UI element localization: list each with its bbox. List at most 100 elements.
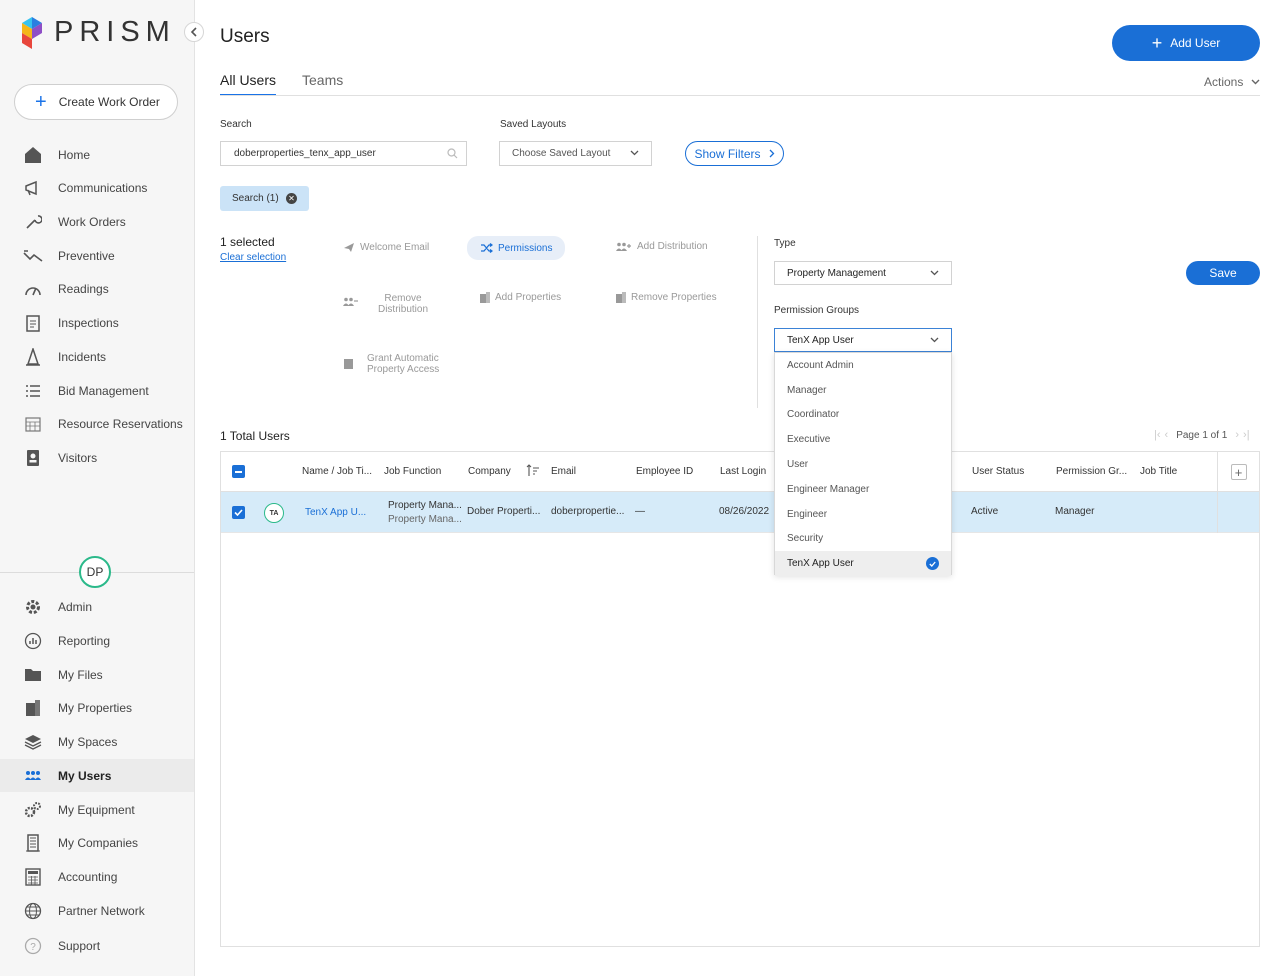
permissions-button[interactable]: Permissions: [467, 236, 566, 260]
user-name-link[interactable]: TenX App U...: [305, 507, 366, 518]
sidebar-item-my-equipment[interactable]: My Equipment: [0, 793, 194, 826]
saved-layouts-select[interactable]: Choose Saved Layout: [499, 141, 652, 166]
column-header-name[interactable]: Name / Job Ti...: [302, 466, 372, 477]
create-work-order-button[interactable]: + Create Work Order: [14, 84, 178, 120]
user-avatar[interactable]: DP: [79, 556, 111, 588]
show-filters-button[interactable]: Show Filters: [685, 141, 784, 166]
select-all-checkbox[interactable]: [232, 465, 245, 478]
grant-automatic-property-access-button[interactable]: Grant Automatic Property Access: [344, 353, 445, 375]
vertical-divider: [757, 236, 758, 408]
sidebar-item-label: My Files: [58, 667, 103, 682]
clear-selection-link[interactable]: Clear selection: [220, 252, 286, 263]
collapse-sidebar-button[interactable]: [184, 22, 204, 42]
pagination: |‹ ‹ Page 1 of 1 › ›|: [1152, 429, 1252, 441]
last-login-cell: 08/26/2022: [719, 506, 770, 517]
sidebar-item-admin[interactable]: Admin: [0, 590, 194, 623]
sidebar-item-my-spaces[interactable]: My Spaces: [0, 725, 194, 758]
row-checkbox[interactable]: [232, 506, 245, 519]
add-column-button[interactable]: +: [1217, 452, 1259, 492]
column-header-employee-id[interactable]: Employee ID: [636, 466, 693, 477]
prism-logo[interactable]: PRISM: [22, 16, 176, 49]
permission-groups-select[interactable]: TenX App User: [774, 328, 952, 352]
sidebar-item-my-users[interactable]: My Users: [0, 759, 194, 792]
search-input[interactable]: doberproperties_tenx_app_user: [220, 141, 467, 166]
tab-bar: All Users Teams: [220, 72, 369, 96]
table-row[interactable]: TA TenX App U... Property Mana... Proper…: [221, 492, 1259, 533]
sidebar-item-inspections[interactable]: Inspections: [0, 306, 194, 339]
option-tenx-app-user[interactable]: TenX App User: [775, 551, 951, 577]
option-user[interactable]: User: [775, 452, 951, 477]
add-distribution-button[interactable]: Add Distribution: [616, 241, 708, 252]
permission-groups-value: TenX App User: [787, 334, 854, 346]
help-icon: ?: [23, 936, 43, 956]
option-manager[interactable]: Manager: [775, 378, 951, 403]
check-circle-icon: [926, 557, 939, 571]
sidebar-item-partner-network[interactable]: Partner Network: [0, 894, 194, 927]
sidebar-item-label: Preventive: [58, 248, 115, 263]
save-button[interactable]: Save: [1186, 261, 1260, 285]
prev-page-icon[interactable]: ‹: [1165, 429, 1169, 441]
sidebar-item-my-properties[interactable]: My Properties: [0, 691, 194, 724]
building-icon: [23, 698, 43, 718]
chevron-left-icon: [190, 27, 197, 37]
option-executive[interactable]: Executive: [775, 427, 951, 452]
welcome-email-button[interactable]: Welcome Email: [343, 242, 429, 253]
column-header-job-function[interactable]: Job Function: [384, 466, 441, 477]
sidebar-item-bid-management[interactable]: Bid Management: [0, 374, 194, 407]
sidebar-item-support[interactable]: ? Support: [0, 929, 194, 962]
option-coordinator[interactable]: Coordinator: [775, 403, 951, 428]
sidebar-item-incidents[interactable]: Incidents: [0, 340, 194, 373]
sidebar-item-communications[interactable]: Communications: [0, 171, 194, 204]
sidebar-item-label: Readings: [58, 281, 109, 296]
sidebar-item-home[interactable]: Home: [0, 138, 194, 171]
remove-properties-button[interactable]: Remove Properties: [616, 292, 717, 303]
search-icon: [447, 148, 458, 159]
column-header-company[interactable]: Company: [468, 466, 511, 477]
option-engineer-manager[interactable]: Engineer Manager: [775, 477, 951, 502]
sidebar-item-preventive[interactable]: Preventive: [0, 239, 194, 272]
action-label: Remove Distribution: [377, 293, 429, 315]
actions-menu[interactable]: Actions: [1204, 75, 1260, 89]
sidebar-item-my-files[interactable]: My Files: [0, 658, 194, 691]
column-header-user-status[interactable]: User Status: [972, 466, 1024, 477]
type-select[interactable]: Property Management: [774, 261, 952, 285]
next-page-icon[interactable]: ›: [1235, 429, 1239, 441]
preventive-icon: [23, 246, 43, 266]
tab-teams[interactable]: Teams: [302, 72, 343, 96]
last-page-icon[interactable]: ›|: [1243, 429, 1250, 441]
sidebar-item-work-orders[interactable]: Work Orders: [0, 205, 194, 238]
close-icon[interactable]: ✕: [286, 193, 297, 204]
actions-label: Actions: [1204, 75, 1244, 89]
sort-icon[interactable]: [526, 464, 540, 477]
tab-all-users[interactable]: All Users: [220, 72, 277, 96]
sidebar-item-accounting[interactable]: Accounting: [0, 860, 194, 893]
search-filter-chip[interactable]: Search (1) ✕: [220, 186, 309, 211]
sidebar-item-label: Admin: [58, 599, 93, 614]
column-header-last-login[interactable]: Last Login: [720, 466, 766, 477]
remove-distribution-button[interactable]: Remove Distribution: [343, 293, 433, 315]
layers-icon: [23, 732, 43, 752]
sidebar-item-label: Bid Management: [58, 383, 149, 398]
sidebar-item-readings[interactable]: Readings: [0, 272, 194, 305]
sidebar-item-reporting[interactable]: Reporting: [0, 624, 194, 657]
users-plus-icon: [616, 242, 632, 252]
option-engineer[interactable]: Engineer: [775, 502, 951, 527]
sidebar-item-visitors[interactable]: Visitors: [0, 441, 194, 474]
first-page-icon[interactable]: |‹: [1154, 429, 1161, 441]
cone-icon: [23, 347, 43, 367]
page-indicator: Page 1 of 1: [1176, 429, 1228, 441]
option-security[interactable]: Security: [775, 527, 951, 552]
add-user-button[interactable]: + Add User: [1112, 25, 1260, 61]
sidebar-item-resource-reservations[interactable]: Resource Reservations: [0, 407, 194, 440]
add-properties-button[interactable]: Add Properties: [480, 292, 561, 303]
employee-id-cell: —: [635, 506, 645, 517]
chevron-down-icon: [930, 337, 939, 343]
badge-icon: [23, 448, 43, 468]
column-header-job-title[interactable]: Job Title: [1140, 466, 1177, 477]
sidebar-item-my-companies[interactable]: My Companies: [0, 826, 194, 859]
column-header-permission-group[interactable]: Permission Gr...: [1056, 466, 1127, 477]
action-label: Add Properties: [495, 292, 562, 303]
column-header-email[interactable]: Email: [551, 466, 576, 477]
option-account-admin[interactable]: Account Admin: [775, 353, 951, 378]
wrench-icon: [23, 212, 43, 232]
